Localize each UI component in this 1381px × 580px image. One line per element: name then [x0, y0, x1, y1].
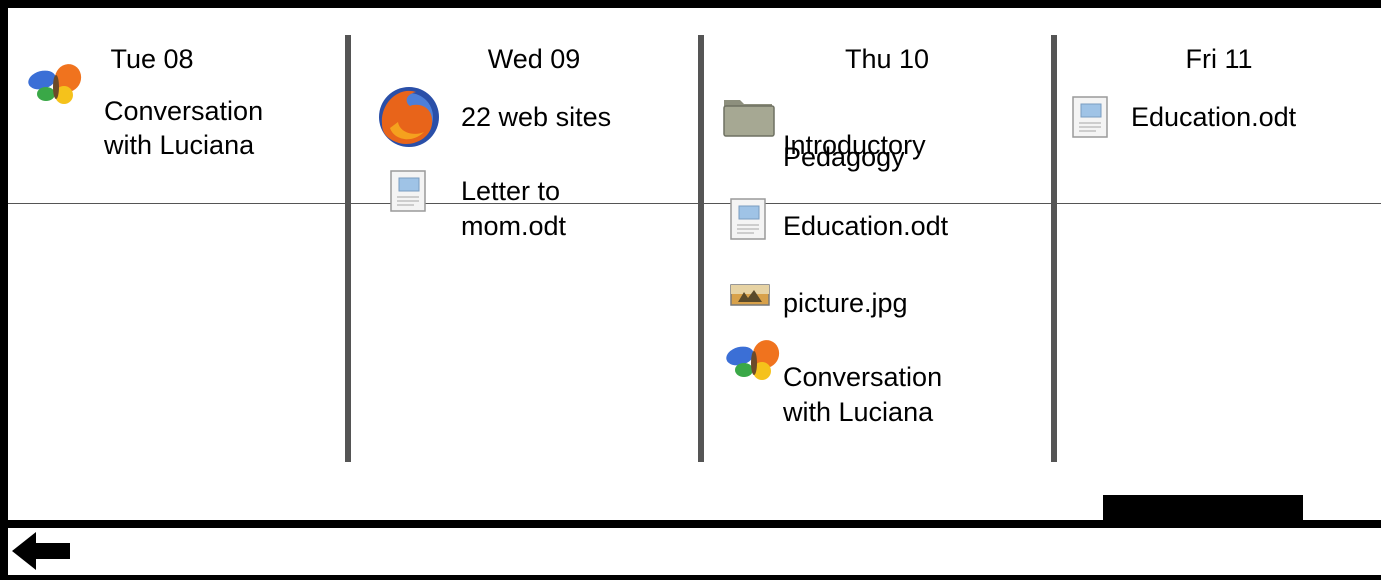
entry-label: with Luciana [783, 397, 934, 427]
timeline-panel: Tue 08 Wed 09 Thu 10 Fri 11 Conversation… [8, 8, 1381, 520]
entry-label: 22 web sites [461, 102, 612, 132]
butterfly-chat-icon [28, 64, 82, 104]
folder-icon [723, 100, 775, 137]
entry-label: Education.odt [1131, 102, 1297, 132]
left-arrow-icon [12, 532, 70, 570]
bottom-toolbar [8, 528, 1381, 575]
image-icon [730, 284, 770, 306]
entry-label: Pedagogy [783, 142, 905, 172]
entry-label: Conversation [104, 96, 264, 126]
journal-window: Tue 08 Wed 09 Thu 10 Fri 11 Conversation… [0, 0, 1381, 575]
butterfly-chat-icon [726, 340, 780, 380]
document-icon [1072, 96, 1108, 138]
timeline-divider [8, 203, 1381, 204]
day-header-thu: Thu 10 [844, 44, 930, 74]
document-icon [730, 198, 766, 240]
day-header-wed: Wed 09 [487, 44, 581, 74]
document-icon [390, 170, 426, 212]
entry-label: mom.odt [461, 211, 567, 241]
firefox-icon [379, 87, 439, 147]
entry-label: Conversation [783, 362, 943, 392]
entry-label: Letter to [461, 176, 561, 206]
column-separator [698, 35, 704, 462]
entry-label: Education.odt [783, 211, 949, 241]
entry-label: picture.jpg [783, 288, 908, 318]
column-separator [345, 35, 351, 462]
column-separator [1051, 35, 1057, 462]
timeline-scroll-thumb[interactable] [1103, 495, 1303, 520]
back-button[interactable] [8, 528, 78, 575]
day-header-fri: Fri 11 [1185, 44, 1253, 74]
entry-label: with Luciana [104, 130, 255, 160]
